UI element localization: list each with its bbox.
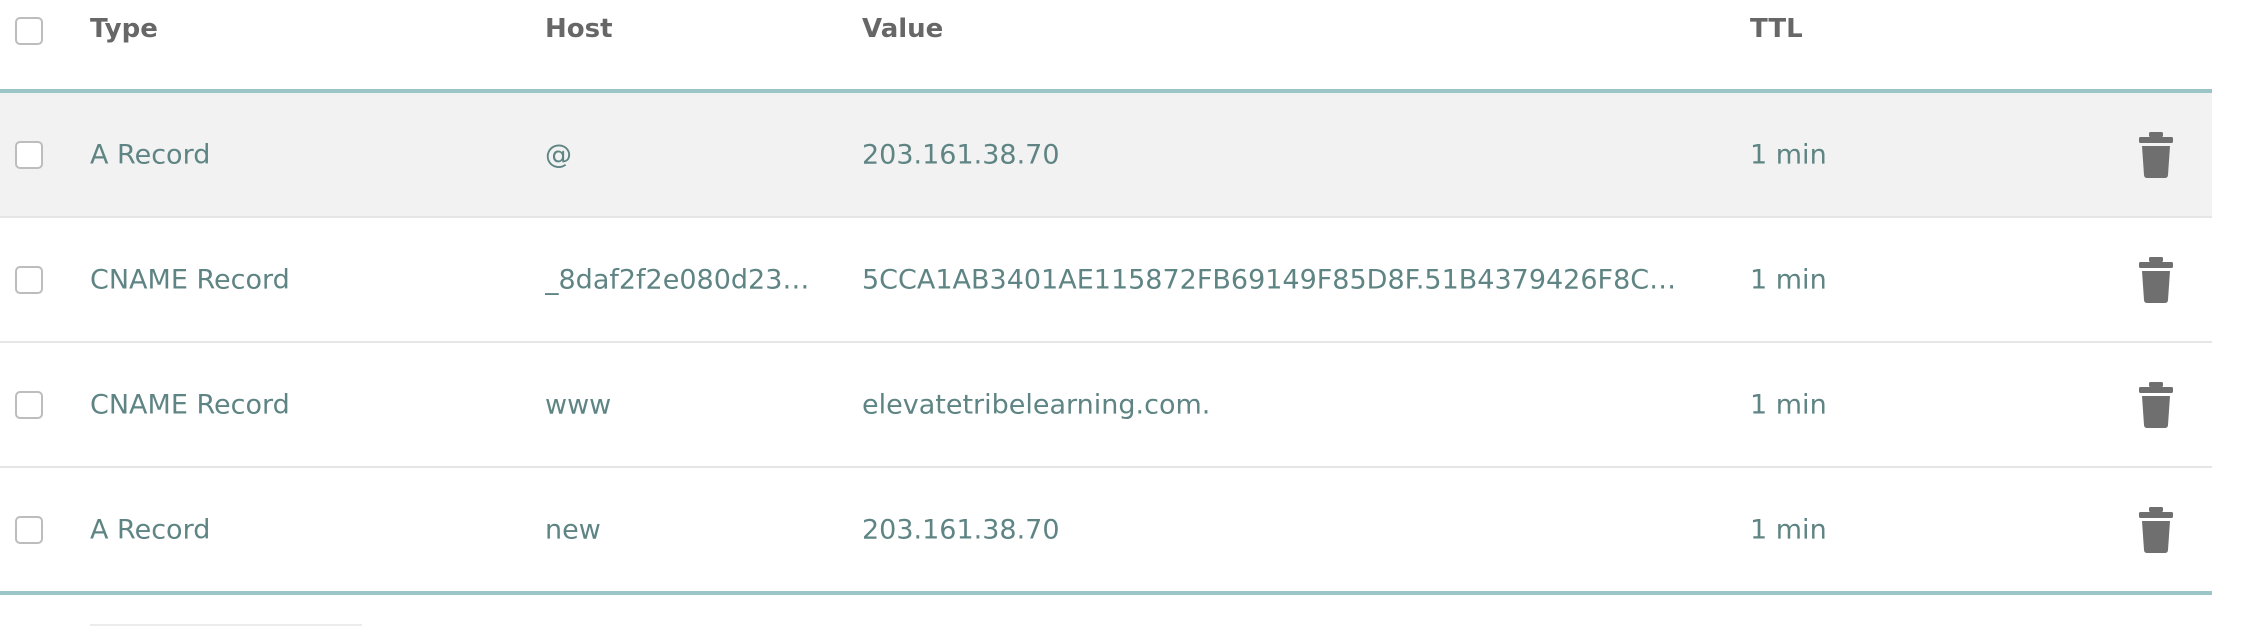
table-row[interactable]: CNAME Record _8daf2f2e080d231... 5CCA1AB…: [0, 218, 2212, 343]
column-header-ttl[interactable]: TTL: [1750, 14, 1803, 44]
table-row[interactable]: CNAME Record www elevatetribelearning.co…: [0, 343, 2212, 468]
column-header-value[interactable]: Value: [862, 14, 1692, 44]
checkbox-icon[interactable]: [15, 17, 43, 45]
record-host: www: [545, 389, 612, 420]
checkbox-icon[interactable]: [15, 140, 43, 169]
record-ttl: 1 min: [1750, 264, 1827, 295]
trash-icon[interactable]: [2138, 381, 2174, 428]
row-checkbox[interactable]: [15, 140, 43, 169]
checkbox-icon[interactable]: [15, 390, 43, 419]
row-checkbox[interactable]: [15, 265, 43, 294]
trash-icon[interactable]: [2138, 506, 2174, 553]
record-type: A Record: [90, 514, 211, 545]
record-ttl: 1 min: [1750, 514, 1827, 545]
row-checkbox[interactable]: [15, 515, 43, 544]
column-header-host[interactable]: Host: [545, 14, 815, 44]
delete-record-button[interactable]: [2138, 256, 2174, 303]
record-value: 203.161.38.70: [862, 514, 1060, 545]
delete-record-button[interactable]: [2138, 506, 2174, 553]
record-value: 203.161.38.70: [862, 139, 1060, 170]
record-type: CNAME Record: [90, 264, 290, 295]
select-all-checkbox[interactable]: [15, 17, 43, 45]
record-ttl: 1 min: [1750, 139, 1827, 170]
record-host: new: [545, 514, 601, 545]
checkbox-icon[interactable]: [15, 265, 43, 294]
table-row[interactable]: A Record @ 203.161.38.70 1 min: [0, 93, 2212, 218]
record-ttl: 1 min: [1750, 389, 1827, 420]
checkbox-icon[interactable]: [15, 515, 43, 544]
delete-record-button[interactable]: [2138, 381, 2174, 428]
record-host: @: [545, 139, 572, 170]
column-header-type[interactable]: Type: [90, 14, 158, 44]
record-host: _8daf2f2e080d231...: [545, 264, 815, 295]
dns-records-table: Type Host Value TTL A Record @ 203.161.3…: [0, 0, 2212, 595]
table-row[interactable]: A Record new 203.161.38.70 1 min: [0, 468, 2212, 595]
trash-icon[interactable]: [2138, 256, 2174, 303]
record-type: A Record: [90, 139, 211, 170]
trash-icon[interactable]: [2138, 131, 2174, 178]
record-value: 5CCA1AB3401AE115872FB69149F85D8F.51B4379…: [862, 264, 1692, 295]
table-header-row: Type Host Value TTL: [0, 0, 2212, 93]
row-checkbox[interactable]: [15, 390, 43, 419]
record-value: elevatetribelearning.com.: [862, 389, 1211, 420]
record-type: CNAME Record: [90, 389, 290, 420]
delete-record-button[interactable]: [2138, 131, 2174, 178]
